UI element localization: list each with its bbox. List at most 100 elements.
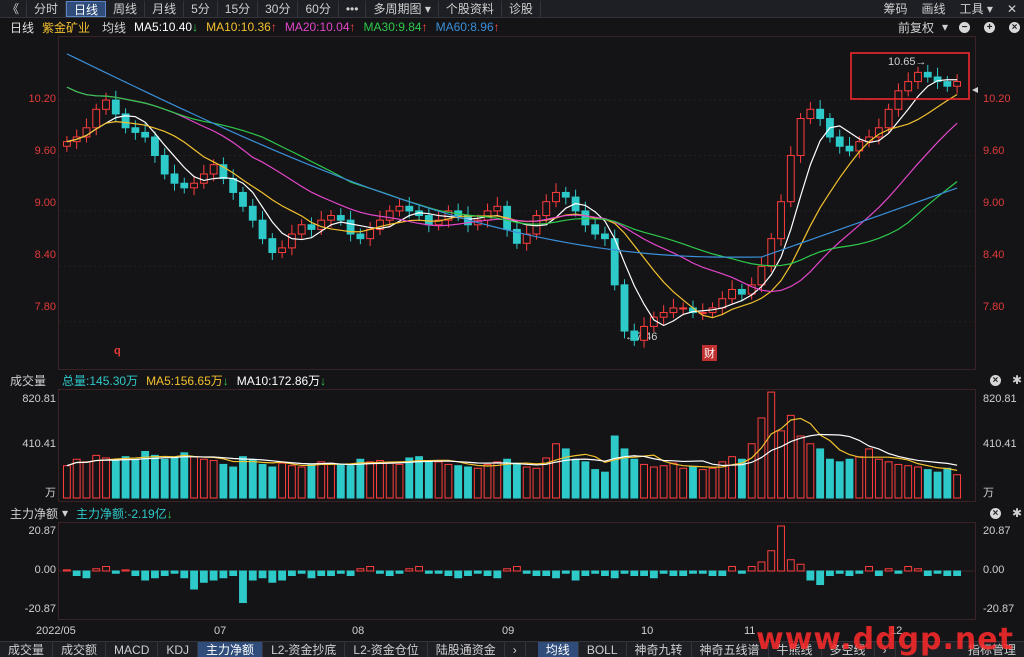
volume-bar — [151, 454, 159, 499]
candle-body — [542, 201, 551, 217]
flow-bar — [728, 565, 737, 572]
volume-bar — [454, 465, 463, 499]
flow-bar — [121, 569, 130, 572]
candle-body — [728, 288, 737, 300]
flow-bar — [366, 565, 375, 572]
volume-bar — [591, 469, 600, 499]
candle-body — [62, 141, 71, 147]
candle-body — [845, 145, 854, 152]
flow-bar — [346, 570, 355, 577]
current-price-marker — [972, 87, 978, 93]
volume-bar — [708, 467, 717, 499]
volume-bar — [307, 463, 316, 499]
volume-bar — [953, 474, 962, 499]
flow-bar — [640, 570, 648, 577]
volume-bar — [777, 430, 785, 499]
volume-bar — [346, 465, 355, 499]
tab-macd[interactable]: MACD — [106, 641, 159, 657]
candle-body — [894, 90, 903, 110]
volume-bar — [610, 435, 619, 499]
volume-bar — [434, 461, 443, 499]
flow-bar — [92, 568, 101, 572]
flow-bar — [493, 570, 502, 579]
volume-bar — [170, 457, 179, 499]
volume-bar — [268, 466, 277, 499]
tab-ma[interactable]: 均线 — [537, 641, 579, 657]
volume-bar — [376, 460, 384, 499]
watermark-text: www.ddgp.net — [756, 622, 1014, 657]
flow-bar — [327, 570, 335, 577]
candle-body — [630, 330, 639, 341]
flow-bar — [630, 570, 639, 577]
flow-bar — [512, 565, 521, 572]
candle-body — [532, 215, 541, 235]
flow-bar — [102, 565, 110, 572]
tab-boll[interactable]: BOLL — [579, 641, 627, 657]
volume-bar — [424, 460, 433, 499]
flow-bar — [385, 570, 394, 577]
tab-turnover[interactable]: 成交额 — [53, 641, 107, 657]
volume-bar — [855, 456, 864, 499]
volume-bar — [464, 466, 472, 499]
volume-bar — [601, 471, 609, 499]
flow-bar — [248, 570, 257, 581]
flow-bar — [953, 570, 962, 577]
flow-bar — [356, 568, 365, 572]
flow-bar — [424, 570, 433, 574]
candle-body — [180, 182, 189, 189]
tab-l2-bottom[interactable]: L2-资金抄底 — [263, 641, 346, 657]
volume-bar — [82, 461, 91, 499]
volume-bar — [444, 463, 453, 499]
flow-bar — [737, 570, 746, 574]
chevron-right-icon[interactable]: › — [505, 641, 526, 657]
candle-body — [561, 191, 570, 198]
volume-bar — [826, 458, 834, 499]
flow-bar — [943, 570, 952, 577]
candle-body — [943, 81, 952, 87]
flow-bar — [336, 570, 345, 574]
volume-bar — [248, 458, 257, 499]
volume-bar — [679, 467, 688, 499]
tab-main-flow[interactable]: 主力净额 — [198, 641, 264, 657]
flow-bar — [610, 570, 619, 579]
candle-body — [884, 108, 893, 129]
flow-bar — [376, 570, 384, 574]
candle-body — [679, 307, 688, 310]
volume-bar — [845, 458, 854, 499]
flow-bar — [209, 570, 218, 581]
flow-bar — [542, 570, 551, 577]
volume-bar — [522, 466, 531, 499]
tab-kdj[interactable]: KDJ — [158, 641, 199, 657]
flow-bar — [571, 570, 580, 581]
tab-volume[interactable]: 成交量 — [0, 641, 54, 657]
volume-bar — [385, 462, 394, 499]
candle-body — [796, 118, 805, 156]
flow-bar — [229, 570, 238, 577]
flow-bar — [415, 565, 423, 572]
flow-bar — [796, 563, 805, 572]
tab-northbound[interactable]: 陆股通资金 — [428, 641, 505, 657]
volume-bar — [278, 462, 287, 499]
flow-bar — [151, 570, 159, 579]
volume-bar — [796, 435, 805, 499]
candle-body — [914, 71, 922, 83]
flow-bar — [786, 559, 795, 572]
volume-bar — [287, 465, 296, 499]
flow-bar — [464, 570, 472, 577]
tab-magic-nine[interactable]: 神奇九转 — [627, 641, 692, 657]
chart-canvas[interactable] — [0, 0, 1024, 657]
candle-body — [757, 265, 766, 286]
candle-body — [170, 173, 179, 184]
candle-body — [141, 131, 150, 138]
flow-bar — [473, 570, 482, 574]
candle-body — [816, 108, 825, 120]
candle-body — [111, 99, 120, 115]
volume-bar — [659, 465, 668, 499]
tab-l2-position[interactable]: L2-资金仓位 — [345, 641, 428, 657]
flow-bar — [395, 570, 404, 574]
volume-bar — [767, 391, 776, 499]
flow-bar — [160, 570, 169, 577]
flow-bar — [581, 570, 590, 577]
volume-bar — [199, 458, 208, 499]
candle-body — [92, 108, 101, 129]
